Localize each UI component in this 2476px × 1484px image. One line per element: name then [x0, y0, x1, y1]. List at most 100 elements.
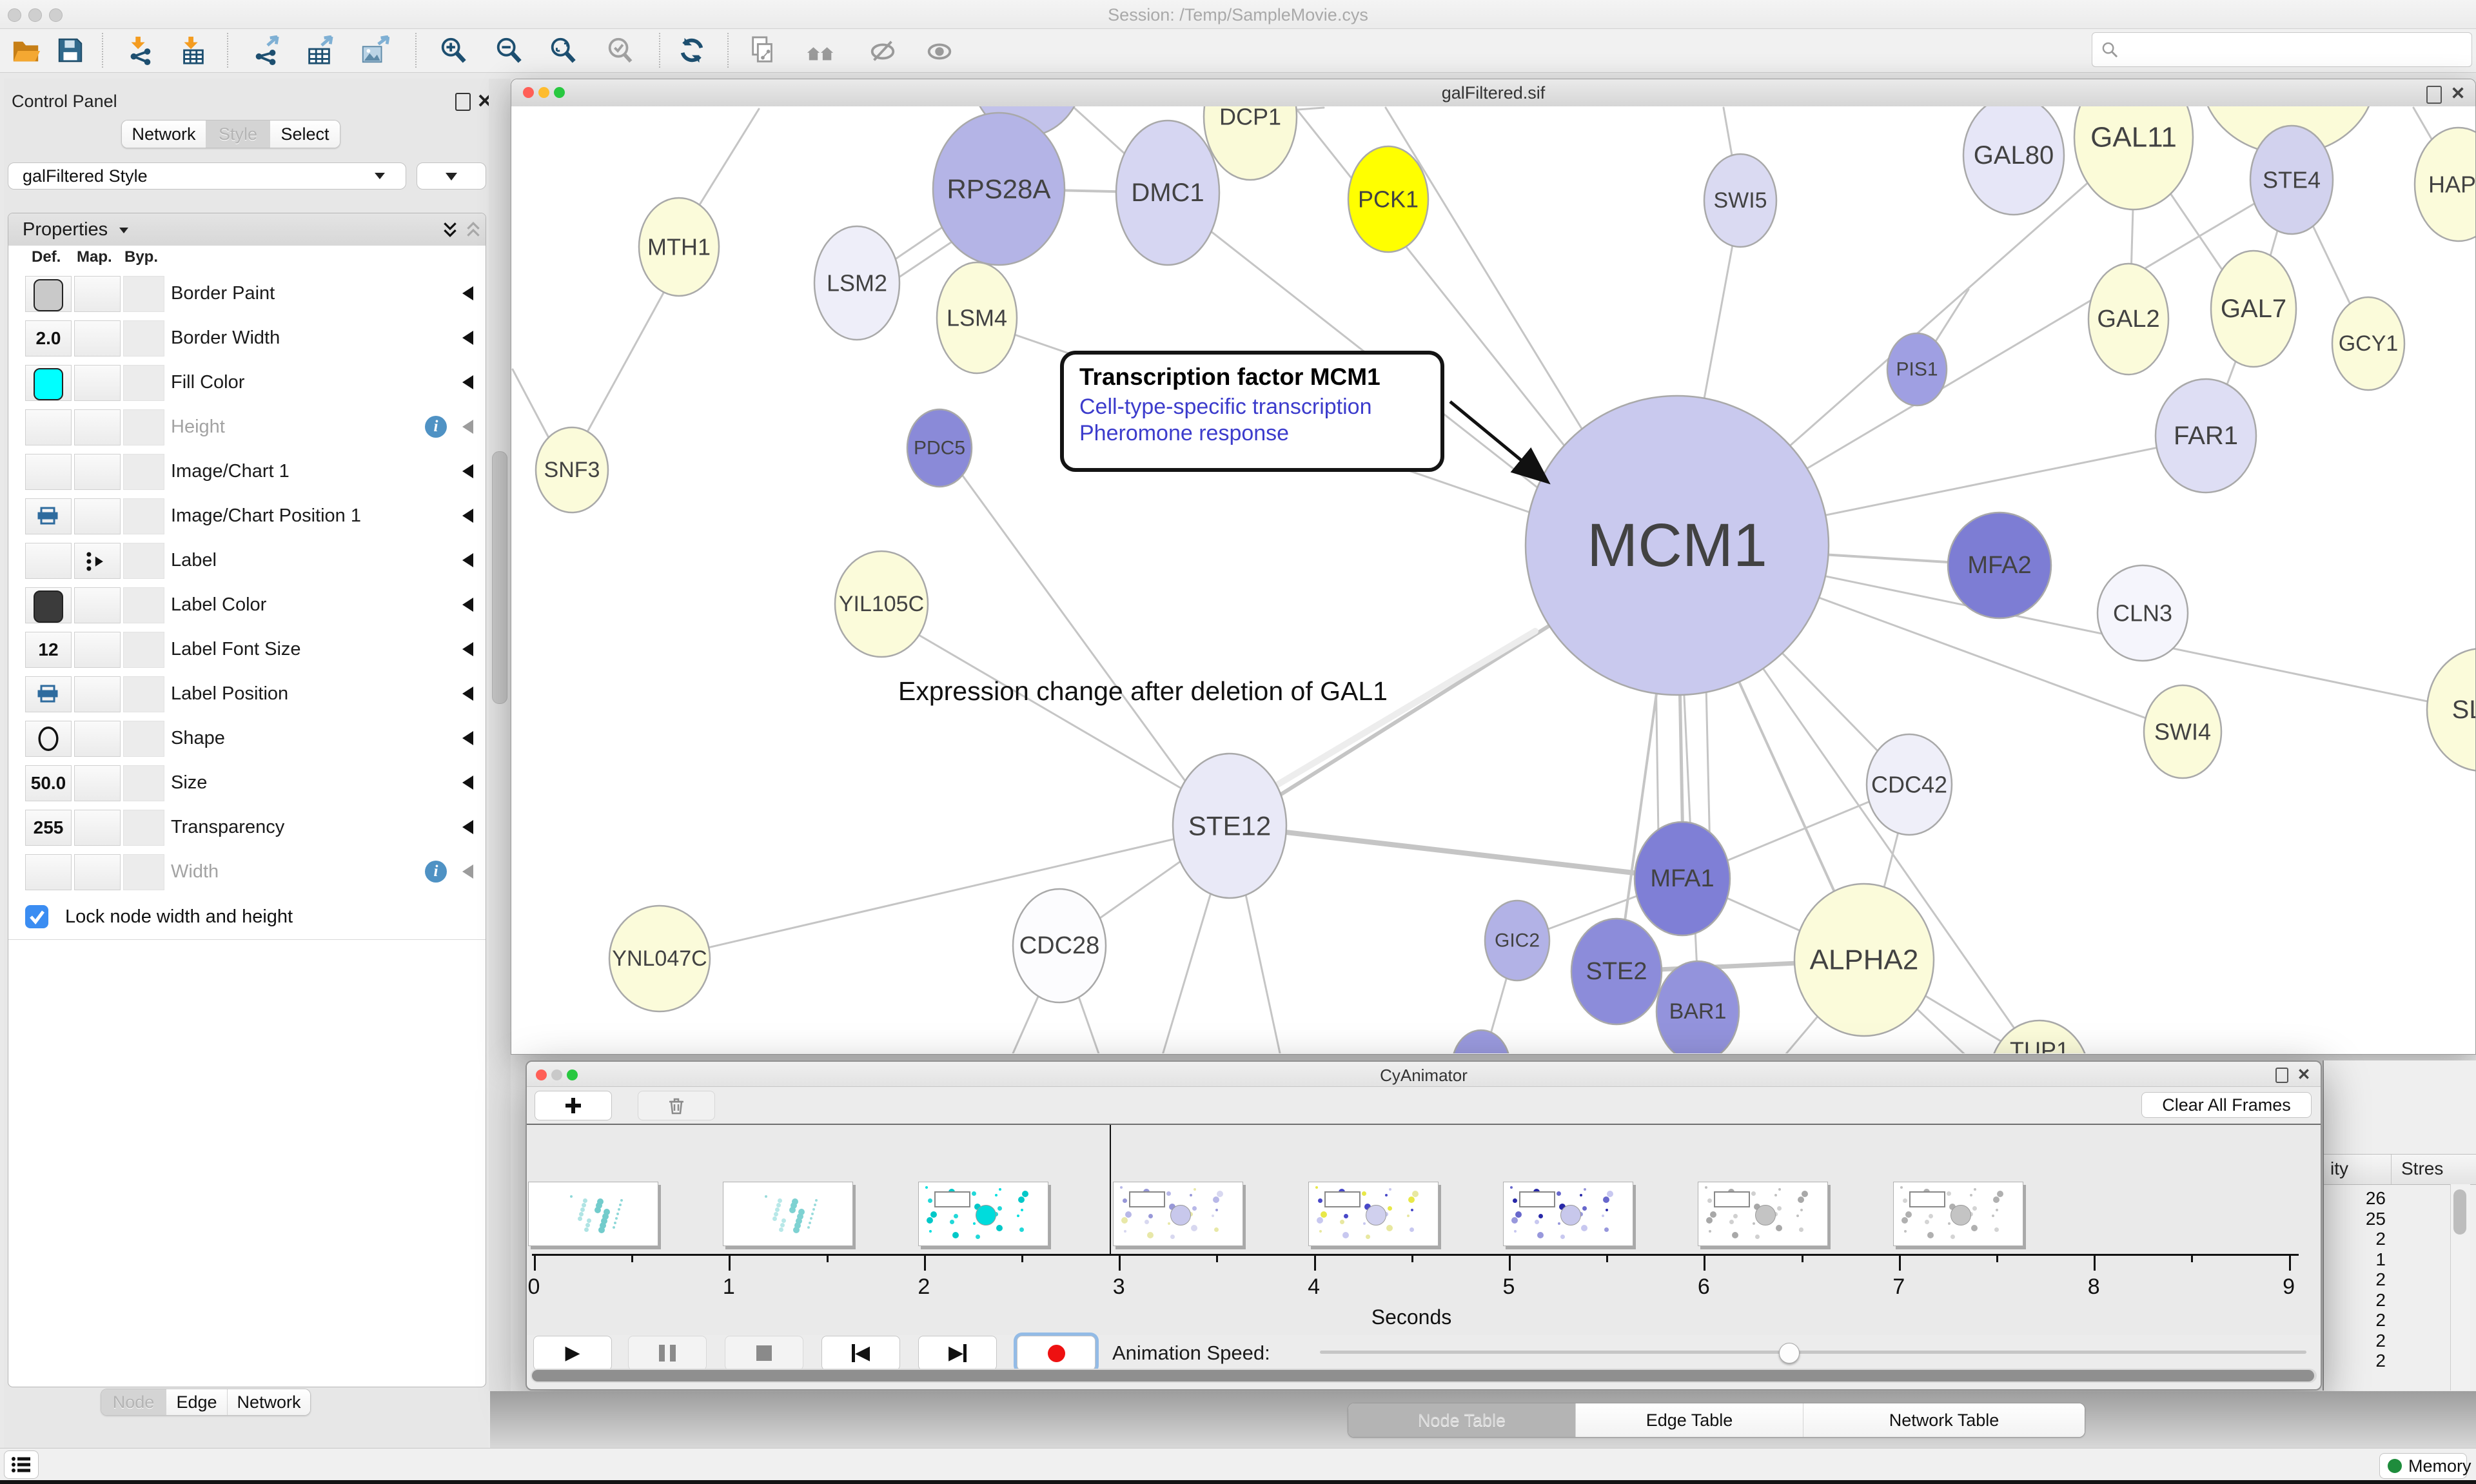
- delete-frame-button[interactable]: [638, 1091, 715, 1120]
- mapping-cell[interactable]: [74, 587, 121, 623]
- table-cell[interactable]: 25: [2329, 1209, 2386, 1229]
- hide-icon[interactable]: [868, 35, 898, 65]
- default-value-cell[interactable]: [25, 854, 72, 890]
- tab-node-table[interactable]: Node Table: [1348, 1403, 1576, 1437]
- property-row[interactable]: 12Label Font Size: [8, 627, 486, 672]
- column-header[interactable]: Stres: [2401, 1158, 2443, 1179]
- default-value-cell[interactable]: [25, 276, 72, 312]
- record-button[interactable]: [1017, 1336, 1096, 1371]
- search-field[interactable]: [2092, 32, 2472, 67]
- frame-thumbnail[interactable]: [1113, 1182, 1243, 1246]
- mapping-cell[interactable]: [74, 365, 121, 401]
- bypass-cell[interactable]: [123, 854, 164, 890]
- show-panels-button[interactable]: [4, 1450, 39, 1479]
- mapping-cell[interactable]: [74, 454, 121, 490]
- tab-edge[interactable]: Edge: [166, 1389, 228, 1415]
- property-row[interactable]: Label: [8, 538, 486, 583]
- first-neighbors-icon[interactable]: [806, 35, 836, 65]
- info-icon[interactable]: i: [425, 861, 447, 883]
- table-cell[interactable]: 1: [2329, 1249, 2386, 1270]
- info-icon[interactable]: i: [425, 416, 447, 438]
- table-cell[interactable]: 2: [2329, 1331, 2386, 1351]
- property-row[interactable]: Image/Chart 1: [8, 449, 486, 494]
- table-cell[interactable]: 2: [2329, 1290, 2386, 1311]
- column-header[interactable]: ity: [2330, 1158, 2348, 1179]
- mapping-cell[interactable]: [74, 721, 121, 757]
- property-row[interactable]: Fill Color: [8, 360, 486, 405]
- style-selector[interactable]: galFiltered Style: [8, 162, 406, 190]
- tab-network[interactable]: Network: [122, 121, 206, 148]
- play-button[interactable]: ▶: [533, 1336, 612, 1371]
- zoom-selected-icon[interactable]: [605, 35, 634, 65]
- mapping-cell[interactable]: [74, 320, 121, 356]
- mapping-cell[interactable]: [74, 498, 121, 534]
- mapping-cell[interactable]: [74, 854, 121, 890]
- table-cell[interactable]: 2: [2329, 1269, 2386, 1290]
- default-value-cell[interactable]: 255: [25, 810, 72, 846]
- mapping-cell[interactable]: [74, 676, 121, 712]
- animation-speed-handle[interactable]: [1779, 1343, 1800, 1363]
- clear-all-frames-button[interactable]: Clear All Frames: [2141, 1092, 2312, 1118]
- collapse-arrow-icon[interactable]: [462, 464, 473, 478]
- collapse-all-icon[interactable]: [465, 221, 482, 239]
- property-row[interactable]: Label Color: [8, 583, 486, 628]
- export-table-icon[interactable]: [304, 35, 334, 65]
- memory-button[interactable]: Memory: [2379, 1453, 2467, 1479]
- default-value-cell[interactable]: [25, 409, 72, 445]
- default-value-cell[interactable]: [25, 365, 72, 401]
- import-table-icon[interactable]: [178, 35, 208, 65]
- collapse-arrow-icon[interactable]: [462, 286, 473, 300]
- float-window-icon[interactable]: [2426, 86, 2442, 104]
- refresh-icon[interactable]: [677, 35, 707, 65]
- annotation-box[interactable]: Transcription factor MCM1 Cell-type-spec…: [1060, 351, 1444, 472]
- default-value-cell[interactable]: [25, 543, 72, 579]
- previous-frame-button[interactable]: ▶: [821, 1336, 900, 1371]
- property-row[interactable]: Label Position: [8, 672, 486, 717]
- float-panel-icon[interactable]: [455, 93, 471, 111]
- default-value-cell[interactable]: 12: [25, 632, 72, 668]
- animation-speed-slider[interactable]: [1320, 1351, 2306, 1354]
- tab-select[interactable]: Select: [270, 121, 340, 148]
- open-folder-icon[interactable]: [12, 35, 41, 65]
- default-value-cell[interactable]: [25, 454, 72, 490]
- zoom-out-icon[interactable]: [494, 35, 524, 65]
- property-row[interactable]: Heighti: [8, 405, 486, 450]
- default-value-cell[interactable]: [25, 587, 72, 623]
- frame-thumbnail[interactable]: [1698, 1182, 1828, 1246]
- collapse-arrow-icon[interactable]: [462, 553, 473, 567]
- table-cell[interactable]: 26: [2329, 1188, 2386, 1209]
- close-view-icon[interactable]: [2297, 1068, 2310, 1080]
- bypass-cell[interactable]: [123, 765, 164, 801]
- network-canvas[interactable]: RPS28ADMC1DCP1PCK1MTH1LSM2LSM4SWI5GAL80G…: [511, 106, 2475, 1053]
- tab-style[interactable]: Style: [206, 121, 270, 148]
- annotation-link-2[interactable]: Pheromone response: [1079, 421, 1425, 446]
- bypass-cell[interactable]: [123, 498, 164, 534]
- property-row[interactable]: Border Paint: [8, 271, 486, 317]
- horizontal-scrollbar[interactable]: [531, 1369, 2317, 1383]
- style-options-button[interactable]: [417, 162, 486, 190]
- collapse-arrow-icon[interactable]: [462, 331, 473, 345]
- frame-thumbnail[interactable]: [1308, 1182, 1439, 1246]
- table-cell[interactable]: 2: [2329, 1351, 2386, 1371]
- bypass-cell[interactable]: [123, 320, 164, 356]
- search-input[interactable]: [2126, 37, 2464, 63]
- table-cell[interactable]: 2: [2329, 1310, 2386, 1331]
- default-value-cell[interactable]: [25, 498, 72, 534]
- add-frame-button[interactable]: [535, 1091, 612, 1120]
- collapse-arrow-icon[interactable]: [462, 642, 473, 656]
- property-row[interactable]: Image/Chart Position 1: [8, 494, 486, 539]
- default-value-cell[interactable]: [25, 721, 72, 757]
- collapse-arrow-icon[interactable]: [462, 776, 473, 790]
- mapping-cell[interactable]: [74, 409, 121, 445]
- import-network-icon[interactable]: [125, 35, 155, 65]
- stop-button[interactable]: [725, 1336, 803, 1371]
- bypass-cell[interactable]: [123, 632, 164, 668]
- tab-node[interactable]: Node: [101, 1389, 166, 1415]
- property-row[interactable]: Shape: [8, 716, 486, 761]
- mapping-cell[interactable]: [74, 765, 121, 801]
- property-row[interactable]: Widthi: [8, 850, 486, 895]
- show-icon[interactable]: [925, 35, 954, 65]
- collapse-arrow-icon[interactable]: [462, 820, 473, 834]
- property-row[interactable]: 50.0Size: [8, 761, 486, 806]
- mapping-cell[interactable]: [74, 632, 121, 668]
